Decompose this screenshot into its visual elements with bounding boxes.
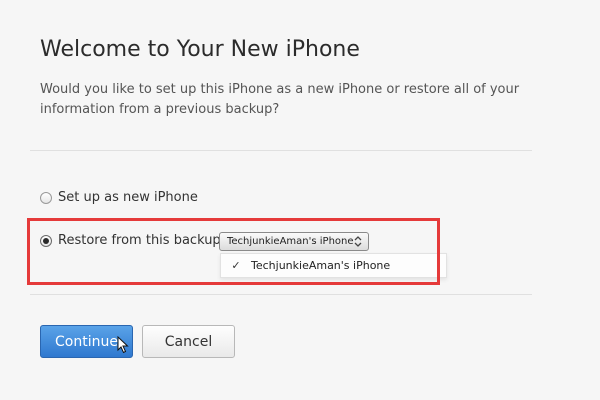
backup-select[interactable]: TechjunkieAman's iPhone xyxy=(219,232,369,251)
backup-dropdown-menu: ✓ TechjunkieAman's iPhone xyxy=(220,253,447,278)
page-title: Welcome to Your New iPhone xyxy=(40,37,360,62)
chevron-up-down-icon xyxy=(354,236,362,247)
continue-button[interactable]: Continue xyxy=(40,325,133,358)
setup-new-radio[interactable] xyxy=(40,191,52,204)
backup-dropdown-item[interactable]: TechjunkieAman's iPhone xyxy=(251,259,390,272)
bottom-divider xyxy=(30,294,532,295)
restore-backup-option[interactable]: Restore from this backup: xyxy=(40,233,225,248)
top-divider xyxy=(30,150,532,151)
restore-backup-label: Restore from this backup: xyxy=(58,233,226,248)
cancel-button[interactable]: Cancel xyxy=(142,325,235,358)
restore-backup-radio[interactable] xyxy=(40,234,52,247)
setup-new-label: Set up as new iPhone xyxy=(58,190,198,205)
setup-new-option[interactable]: Set up as new iPhone xyxy=(40,190,198,205)
backup-select-value: TechjunkieAman's iPhone xyxy=(227,236,354,247)
page-description: Would you like to set up this iPhone as … xyxy=(40,82,520,117)
setup-dialog: Welcome to Your New iPhone Would you lik… xyxy=(0,0,600,400)
checkmark-icon: ✓ xyxy=(231,259,241,272)
